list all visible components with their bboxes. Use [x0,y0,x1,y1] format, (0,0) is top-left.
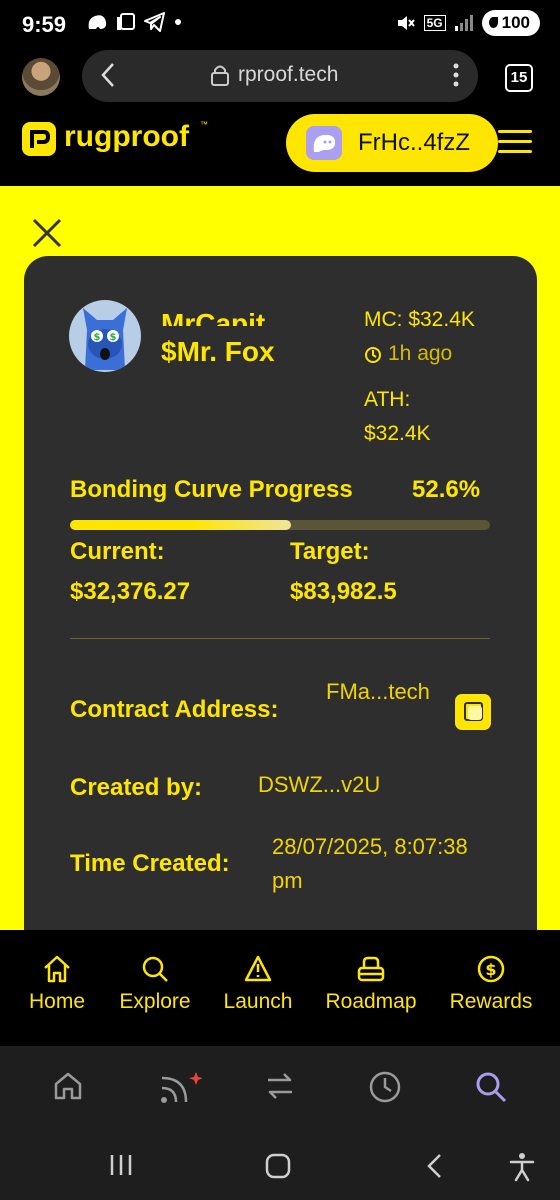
feed-icon[interactable] [158,1070,202,1106]
browser-toolbar: rproof.tech 15 [0,50,560,110]
back-icon[interactable] [424,1152,444,1180]
created-ago: 1h ago [388,342,453,365]
nav-launch[interactable]: Launch [218,954,298,1014]
swap-icon[interactable] [264,1070,296,1102]
browser-bottom-bar [0,1046,560,1132]
token-details-card: $ $ MrCapit $Mr. Fox MC: $32.4K 1h ago A… [24,256,537,956]
nav-launch-label: Launch [223,990,293,1013]
time-created-label: Time Created: [70,850,230,877]
nav-rewards-label: Rewards [449,990,533,1013]
bonding-curve-progress-bar [70,520,490,530]
menu-icon[interactable] [498,130,532,154]
bonding-curve-label: Bonding Curve Progress [70,476,353,503]
token-avatar: $ $ [69,300,141,372]
mute-icon [397,16,415,30]
svg-text:$: $ [110,332,117,343]
rocket-icon [244,955,272,982]
token-name-clip: MrCapit [161,308,321,326]
copy-address-button[interactable] [455,694,491,730]
site-logo-text[interactable]: rugproof [64,120,189,154]
nav-home-label: Home [28,990,86,1013]
accessibility-icon[interactable] [508,1152,536,1182]
token-name: MrCapit [161,308,266,326]
token-symbol: $Mr. Fox [161,336,275,367]
dollar-icon: $ [477,955,505,983]
svg-text:$: $ [94,332,101,343]
contract-address-label: Contract Address: [70,696,279,723]
nav-roadmap[interactable]: Roadmap [320,954,422,1014]
wallet-address: FrHc..4fzZ [358,129,470,156]
divider [70,638,490,639]
ath-value: $32.4K [364,422,431,445]
copy-screen-icon [117,13,135,30]
recents-icon[interactable] [108,1152,134,1178]
close-icon[interactable] [30,216,64,250]
url-text: rproof.tech [238,63,339,86]
nav-home[interactable]: Home [24,954,90,1014]
history-icon[interactable] [368,1070,402,1104]
ghost-icon [88,15,107,29]
tab-switcher-button[interactable]: 15 [505,64,533,92]
browser-home-icon[interactable] [52,1070,84,1102]
bonding-curve-progress-fill [70,520,291,530]
back-arrow-icon[interactable] [100,62,116,88]
target-label: Target: [290,538,370,565]
phantom-wallet-icon [306,126,342,160]
profile-avatar[interactable] [22,58,60,96]
telegram-icon [144,12,165,32]
status-bar: 9:59 5G 100 [0,0,560,50]
created-by-value[interactable]: DSWZ...v2U [258,772,380,798]
roadmap-icon [357,956,385,982]
status-time: 9:59 [22,12,67,37]
nav-explore[interactable]: Explore [114,954,196,1014]
current-label: Current: [70,538,165,565]
home-button-icon[interactable] [264,1152,292,1180]
more-vert-icon[interactable] [452,62,460,88]
created-by-label: Created by: [70,774,203,801]
lock-icon [211,65,229,86]
system-icons: 5G 100 [396,10,540,36]
search-icon [142,956,168,982]
clock-icon [365,347,381,363]
address-bar[interactable]: rproof.tech [82,50,478,102]
current-value: $32,376.27 [70,578,191,605]
market-cap: MC: $32.4K [364,308,475,331]
battery-indicator: 100 [481,10,540,36]
target-value: $83,982.5 [290,578,397,605]
dot-icon [175,19,181,25]
nav-explore-label: Explore [119,990,191,1013]
contract-address-value[interactable]: FMa...tech [326,676,450,708]
nav-roadmap-label: Roadmap [325,990,417,1013]
svg-text:$: $ [485,960,496,979]
network-label: 5G [423,15,446,31]
trademark-mark: ™ [200,120,208,129]
rugproof-logo-icon[interactable] [22,122,56,156]
system-navigation-bar [0,1132,560,1200]
signal-icon [454,15,473,31]
notification-icons [86,12,182,32]
bonding-curve-percent: 52.6% [412,476,481,503]
site-bottom-nav: Home Explore Launch Roadmap $ Rewards [0,930,560,1046]
ath-label: ATH: [364,388,411,411]
browser-search-icon[interactable] [474,1070,508,1104]
site-header: rugproof ™ FrHc..4fzZ [0,110,560,186]
nav-rewards[interactable]: $ Rewards [444,954,538,1014]
wallet-button[interactable]: FrHc..4fzZ [286,114,498,172]
time-created-value: 28/07/2025, 8:07:38 pm [272,834,468,893]
home-icon [44,955,70,983]
